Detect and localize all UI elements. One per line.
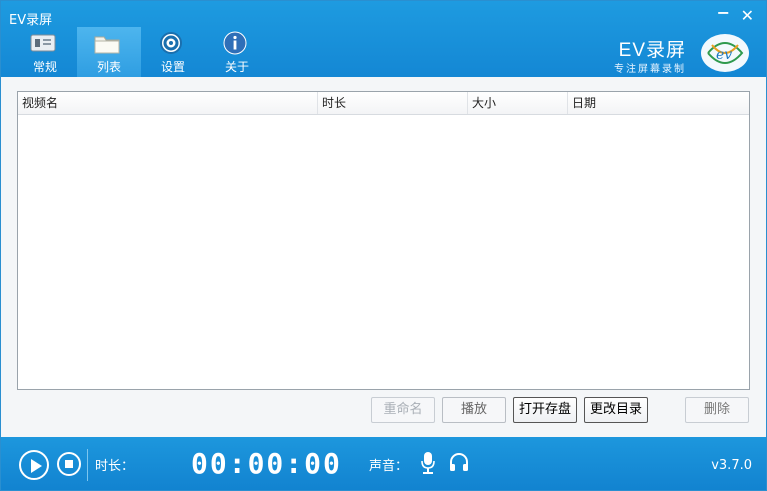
record-control-bar: 时长： 00:00:00 声音： v3.7.0 [1, 437, 766, 490]
gear-icon [160, 32, 182, 54]
nav-item-general[interactable]: 常规 [13, 27, 77, 77]
stop-button[interactable] [57, 452, 81, 476]
sound-label: 声音： [369, 459, 409, 474]
column-header-name[interactable]: 视频名 [18, 92, 318, 114]
app-window: EV录屏 − ✕ 常规 列表 设置 关于 EV录屏 专注屏幕录制 ev 视频名 … [0, 0, 767, 491]
recording-timer: 00:00:00 [191, 447, 342, 480]
nav-item-settings[interactable]: 设置 [141, 27, 205, 77]
general-icon [30, 34, 56, 52]
version-label: v3.7.0 [711, 458, 752, 473]
folder-icon [94, 36, 120, 54]
table-header: 视频名 时长 大小 日期 [18, 92, 749, 115]
duration-label: 时长： [95, 459, 135, 474]
column-header-size[interactable]: 大小 [468, 92, 568, 114]
column-header-duration[interactable]: 时长 [318, 92, 468, 114]
nav-label: 列表 [96, 60, 121, 74]
column-header-date[interactable]: 日期 [568, 92, 749, 114]
nav-item-about[interactable]: 关于 [205, 27, 269, 77]
main-nav: 常规 列表 设置 关于 [13, 27, 269, 77]
microphone-icon[interactable] [419, 451, 437, 475]
brand-subtitle: 专注屏幕录制 [614, 64, 686, 75]
ev-logo-icon: ev [701, 34, 749, 72]
brand: EV录屏 专注屏幕录制 ev [592, 31, 752, 75]
minimize-button[interactable]: − [717, 3, 730, 22]
video-table[interactable]: 视频名 时长 大小 日期 [17, 91, 750, 390]
close-button[interactable]: ✕ [741, 6, 754, 25]
brand-name: EV录屏 [618, 40, 686, 61]
play-button[interactable]: 播放 [442, 397, 506, 423]
svg-text:ev: ev [716, 47, 732, 63]
rename-button[interactable]: 重命名 [371, 397, 435, 423]
record-play-button[interactable] [19, 450, 49, 480]
delete-button[interactable]: 删除 [685, 397, 749, 423]
nav-label: 设置 [160, 60, 185, 74]
headphone-icon[interactable] [448, 451, 470, 473]
window-title: EV录屏 [9, 13, 53, 28]
nav-item-list[interactable]: 列表 [77, 27, 141, 77]
open-storage-button[interactable]: 打开存盘 [513, 397, 577, 423]
nav-label: 常规 [32, 60, 57, 74]
nav-label: 关于 [224, 60, 249, 74]
header-bar: EV录屏 − ✕ 常规 列表 设置 关于 EV录屏 专注屏幕录制 ev [1, 1, 766, 77]
info-icon [223, 31, 247, 55]
change-directory-button[interactable]: 更改目录 [584, 397, 648, 423]
divider [87, 449, 88, 481]
